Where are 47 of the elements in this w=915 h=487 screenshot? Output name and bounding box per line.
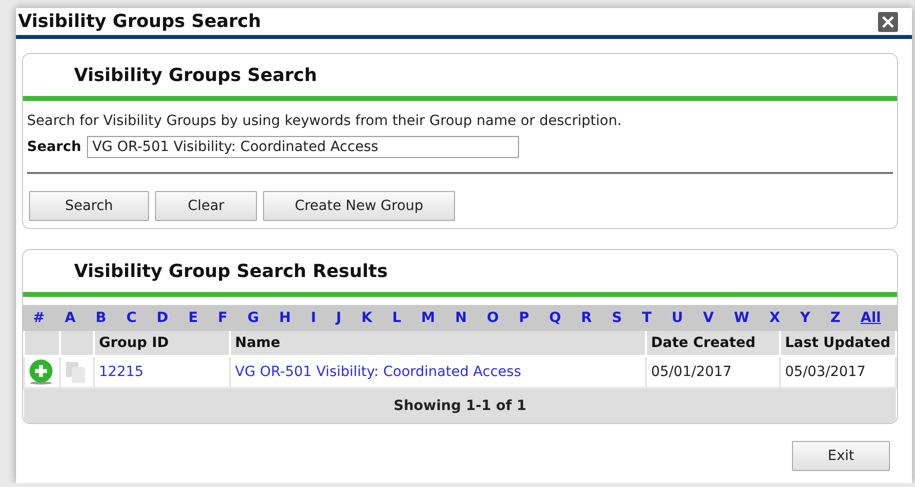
letter-filter-link[interactable]: K: [361, 310, 372, 326]
create-group-button[interactable]: Create New Group: [263, 191, 455, 221]
letter-filter-link[interactable]: E: [188, 310, 198, 326]
letter-filter-link[interactable]: A: [64, 310, 76, 326]
letter-filter-link[interactable]: M: [421, 310, 436, 326]
letter-filter-link[interactable]: D: [156, 310, 168, 326]
clear-button[interactable]: Clear: [155, 191, 257, 221]
letter-filter-link[interactable]: C: [126, 310, 137, 326]
letter-filter-link[interactable]: T: [642, 310, 652, 326]
description-text: Search for Visibility Groups by using keywords from their Group name or description.: [27, 113, 623, 129]
window-title: Visibility Groups Search: [18, 11, 262, 32]
column-header: Last Updated: [780, 331, 896, 356]
letter-filter-link[interactable]: Q: [549, 310, 562, 326]
results-count: Showing 1-1 of 1: [24, 388, 896, 423]
column-header: Group ID: [94, 331, 230, 356]
exit-button[interactable]: Exit: [792, 441, 890, 471]
group-id-link[interactable]: 12215: [99, 364, 144, 380]
letter-filter-link[interactable]: U: [672, 310, 683, 326]
search-field[interactable]: VG OR-501 Visibility: Coordinated Access: [87, 136, 520, 158]
letter-filter-link[interactable]: O: [486, 310, 499, 326]
letter-filter-link[interactable]: I: [310, 310, 316, 326]
close-icon[interactable]: [878, 12, 898, 32]
letter-filter-link[interactable]: R: [581, 310, 592, 326]
letter-filter-link[interactable]: L: [392, 310, 402, 326]
letter-filter-link[interactable]: S: [612, 310, 622, 326]
letter-filter-link[interactable]: X: [769, 310, 780, 326]
panel-title: Visibility Groups Search: [74, 64, 318, 86]
letter-filter-link[interactable]: V: [702, 310, 714, 326]
search-button[interactable]: Search: [29, 191, 149, 221]
copy-icon[interactable]: [64, 360, 88, 384]
letter-filter-link[interactable]: #: [33, 310, 45, 326]
panel-title: Visibility Group Search Results: [74, 260, 388, 282]
all-filter-link[interactable]: All: [860, 310, 881, 326]
letter-filter-link[interactable]: B: [96, 310, 106, 326]
letter-filter-link[interactable]: G: [248, 310, 260, 326]
letter-filter-link[interactable]: Y: [800, 310, 810, 326]
letter-filter-link[interactable]: N: [455, 310, 467, 326]
letter-filter-link[interactable]: P: [518, 310, 530, 326]
letter-filter-link[interactable]: J: [336, 310, 342, 326]
add-icon[interactable]: [27, 358, 55, 386]
column-header: Name: [230, 331, 646, 356]
letter-filter-link[interactable]: H: [279, 310, 291, 326]
letter-filter-link[interactable]: F: [218, 310, 228, 326]
column-header: Date Created: [646, 331, 780, 356]
letter-filter-link[interactable]: W: [734, 310, 750, 326]
search-label: Search: [27, 139, 82, 155]
letter-filter-link[interactable]: Z: [830, 310, 840, 326]
